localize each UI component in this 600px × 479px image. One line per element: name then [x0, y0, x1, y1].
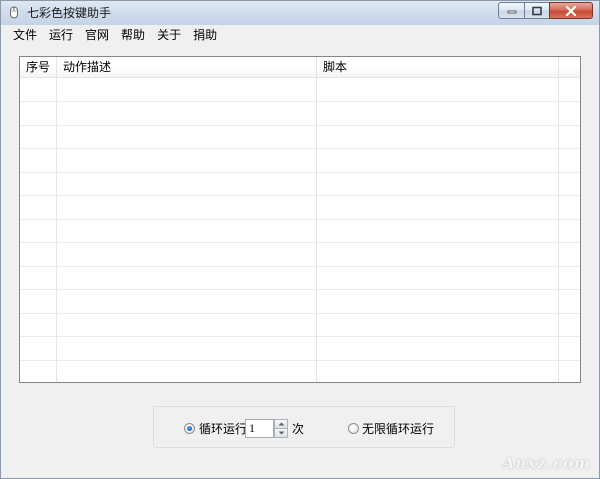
loop-count-spinner: [274, 419, 288, 438]
menu-file[interactable]: 文件: [7, 26, 43, 44]
menu-about[interactable]: 关于: [151, 26, 187, 44]
title-bar[interactable]: 七彩色按键助手: [1, 1, 599, 25]
loop-count-input[interactable]: 1: [245, 419, 274, 438]
menu-website[interactable]: 官网: [79, 26, 115, 44]
minimize-button[interactable]: [498, 2, 525, 19]
main-window: 七彩色按键助手 文件 运行 官网 帮助 关于 捐助 序号 动作描述 脚本 循环运…: [0, 0, 600, 479]
close-button[interactable]: [549, 2, 593, 19]
column-header-description[interactable]: 动作描述: [57, 57, 317, 77]
loop-count-unit: 次: [292, 422, 305, 436]
arrow-down-icon: [278, 431, 285, 435]
loop-radio[interactable]: [184, 423, 195, 434]
menu-run[interactable]: 运行: [43, 26, 79, 44]
menu-donate[interactable]: 捐助: [187, 26, 223, 44]
minimize-icon: [507, 10, 516, 13]
menu-help[interactable]: 帮助: [115, 26, 151, 44]
column-header-script[interactable]: 脚本: [317, 57, 559, 77]
infinite-loop-radio-label[interactable]: 无限循环运行: [362, 422, 434, 436]
menu-bar: 文件 运行 官网 帮助 关于 捐助: [1, 25, 599, 45]
list-body[interactable]: [20, 78, 580, 382]
close-icon: [565, 5, 577, 16]
mouse-icon: [7, 6, 21, 20]
watermark: Anxz.com: [502, 454, 591, 472]
spin-down-button[interactable]: [274, 428, 288, 438]
column-header-seq[interactable]: 序号: [20, 57, 57, 77]
list-header: 序号 动作描述 脚本: [20, 57, 580, 78]
caption-buttons: [498, 2, 593, 20]
maximize-icon: [532, 6, 542, 15]
maximize-button[interactable]: [524, 2, 550, 19]
column-gridlines: [56, 78, 559, 382]
action-list[interactable]: 序号 动作描述 脚本: [19, 56, 581, 383]
infinite-loop-radio[interactable]: [348, 423, 359, 434]
loop-radio-label[interactable]: 循环运行: [199, 422, 247, 436]
window-title: 七彩色按键助手: [27, 6, 112, 20]
loop-options-panel: 循环运行 1 次 无限循环运行: [153, 406, 455, 448]
column-header-filler: [559, 57, 580, 77]
arrow-up-icon: [278, 422, 285, 426]
